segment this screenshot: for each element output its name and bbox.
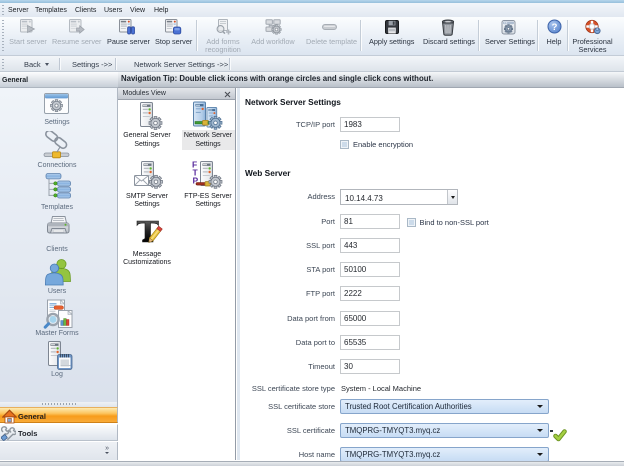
svg-text:?: ? [552, 22, 558, 33]
